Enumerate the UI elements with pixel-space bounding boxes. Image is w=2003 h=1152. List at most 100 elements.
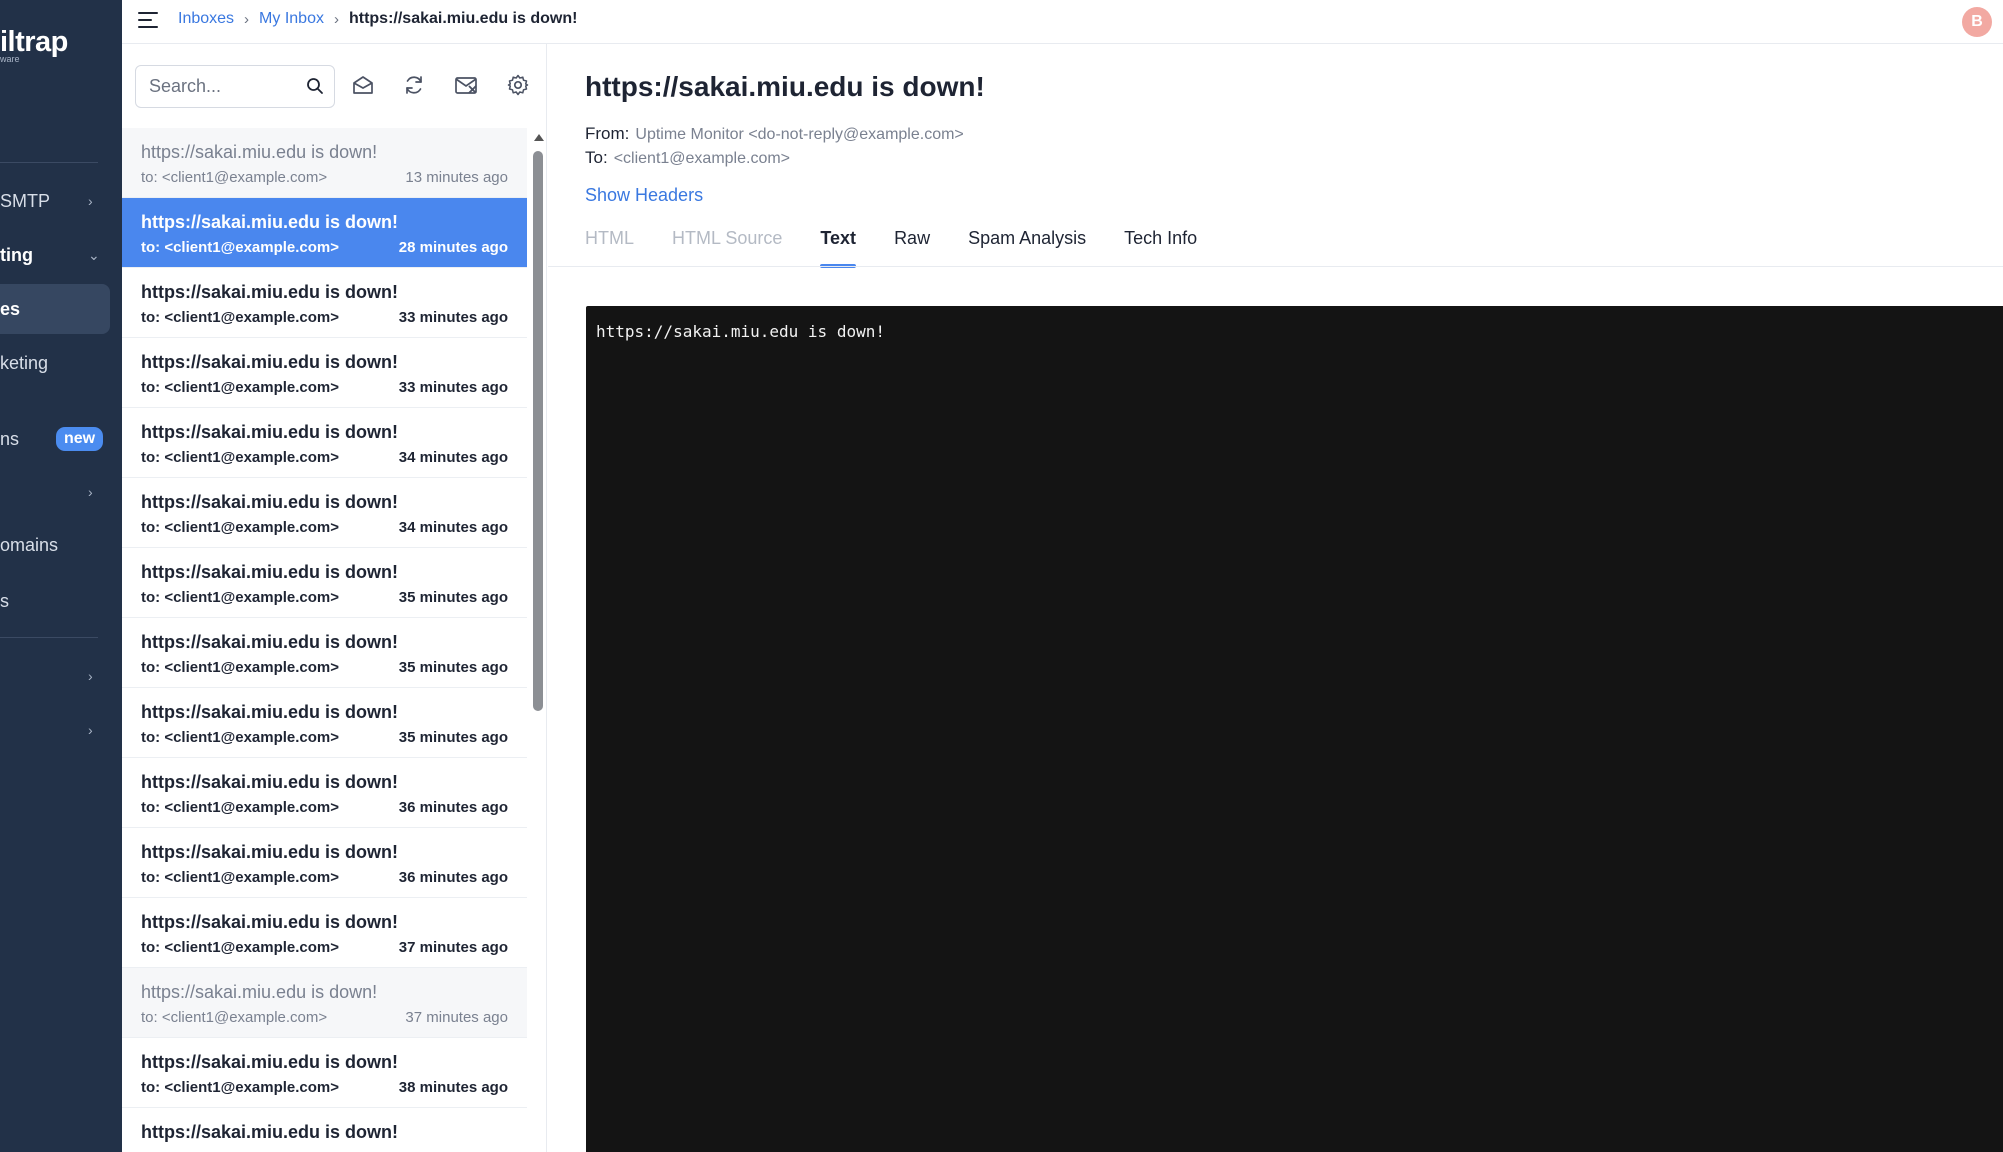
chevron-right-icon: › [88,484,93,500]
scroll-up-arrow-icon[interactable] [534,134,544,141]
list-toolbar [122,44,547,128]
from-value: Uptime Monitor <do-not-reply@example.com… [635,126,964,143]
search-input[interactable] [149,76,299,97]
sidebar-item-marketing[interactable]: keting [0,338,110,388]
breadcrumb-current: https://sakai.miu.edu is down! [348,10,578,27]
message-list-item[interactable]: https://sakai.miu.edu is down! to: <clien… [122,968,527,1038]
sidebar-item-misc[interactable]: s [0,576,110,626]
message-timestamp: 36 minutes ago [398,869,508,886]
message-list-item[interactable]: https://sakai.miu.edu is down! to: <clien… [122,1038,527,1108]
avatar[interactable]: B [1962,7,1992,37]
message-list-item[interactable]: https://sakai.miu.edu is down! [122,1108,527,1152]
from-line: From: Uptime Monitor <do-not-reply@exampl… [585,124,964,144]
to-value: <client1@example.com> [613,150,791,167]
message-list-item[interactable]: https://sakai.miu.edu is down! to: <clien… [122,618,527,688]
message-subject: https://sakai.miu.edu is down! [141,702,399,722]
message-subject: https://sakai.miu.edu is down! [141,982,378,1002]
scrollbar-thumb[interactable] [533,151,543,711]
message-detail: https://sakai.miu.edu is down! From: Upti… [548,44,2003,1152]
message-subject: https://sakai.miu.edu is down! [141,282,399,302]
message-body-text: https://sakai.miu.edu is down! [596,322,885,341]
message-timestamp: 34 minutes ago [398,519,508,536]
sidebar-item-collapsed[interactable]: › [0,705,110,755]
message-subject: https://sakai.miu.edu is down! [141,212,399,232]
search-icon[interactable] [306,77,324,100]
message-list-item[interactable]: https://sakai.miu.edu is down! to: <clien… [122,828,527,898]
sidebar-item-campaigns[interactable]: ns new [0,414,110,464]
message-list-item[interactable]: https://sakai.miu.edu is down! to: <clien… [122,268,527,338]
message-recipient: to: <client1@example.com> [141,729,340,746]
view-tabs: HTML HTML Source Text Raw Spam Analysis … [585,226,1235,268]
tab-text[interactable]: Text [820,226,856,268]
sidebar-item-label: s [0,590,9,611]
message-subject: https://sakai.miu.edu is down! [141,492,399,512]
message-title: https://sakai.miu.edu is down! [585,71,985,102]
sidebar-item-testing[interactable]: ting ⌄ [0,230,110,280]
sidebar-item-domains[interactable]: omains [0,520,110,570]
message-subject: https://sakai.miu.edu is down! [141,912,399,932]
message-timestamp: 37 minutes ago [405,1009,508,1026]
sidebar-item-label: ns [0,428,20,449]
message-recipient: to: <client1@example.com> [141,169,328,186]
message-list-item[interactable]: https://sakai.miu.edu is down! to: <clien… [122,898,527,968]
tab-tech-info[interactable]: Tech Info [1124,226,1197,268]
message-timestamp: 38 minutes ago [398,1079,508,1096]
message-recipient: to: <client1@example.com> [141,799,340,816]
message-list-item[interactable]: https://sakai.miu.edu is down! to: <clien… [122,758,527,828]
refresh-icon[interactable] [399,70,429,100]
tab-html-source[interactable]: HTML Source [672,226,782,268]
settings-gear-icon[interactable] [503,70,533,100]
sidebar-item-label: keting [0,352,49,373]
message-subject: https://sakai.miu.edu is down! [141,1052,399,1072]
message-list-item[interactable]: https://sakai.miu.edu is down! to: <clien… [122,198,527,268]
mark-read-icon[interactable] [348,70,378,100]
nav-divider [0,162,98,163]
breadcrumb-separator: › [333,10,339,28]
nav-divider [0,637,98,638]
message-list-item[interactable]: https://sakai.miu.edu is down! to: <clien… [122,548,527,618]
new-badge: new [56,427,104,451]
search-box [135,65,335,108]
sidebar-item-inboxes[interactable]: es [0,284,110,334]
clear-inbox-icon[interactable] [452,70,482,100]
message-list-item[interactable]: https://sakai.miu.edu is down! to: <clien… [122,128,527,198]
breadcrumb-my-inbox-link[interactable]: My Inbox [259,10,324,28]
tab-html[interactable]: HTML [585,226,634,268]
message-list-scrollbar[interactable] [529,128,547,1152]
breadcrumb-separator: › [244,10,250,28]
sidebar-item-label: es [0,298,21,319]
message-recipient: to: <client1@example.com> [141,449,340,466]
message-list-item[interactable]: https://sakai.miu.edu is down! to: <clien… [122,478,527,548]
tab-spam-analysis[interactable]: Spam Analysis [968,226,1086,268]
sidebar-item-label: ting [0,244,33,265]
message-subject: https://sakai.miu.edu is down! [141,842,399,862]
message-recipient: to: <client1@example.com> [141,939,340,956]
message-recipient: to: <client1@example.com> [141,519,340,536]
message-list-item[interactable]: https://sakai.miu.edu is down! to: <clien… [122,688,527,758]
message-recipient: to: <client1@example.com> [141,1009,328,1026]
message-subject: https://sakai.miu.edu is down! [141,772,399,792]
show-headers-link[interactable]: Show Headers [585,185,703,206]
breadcrumb-inboxes-link[interactable]: Inboxes [178,10,234,28]
hamburger-menu-icon[interactable] [138,12,158,28]
message-recipient: to: <client1@example.com> [141,239,340,256]
sidebar-item-smtp[interactable]: SMTP › [0,176,110,226]
message-subject: https://sakai.miu.edu is down! [141,632,399,652]
message-list-item[interactable]: https://sakai.miu.edu is down! to: <clien… [122,338,527,408]
message-timestamp: 28 minutes ago [398,239,508,256]
sidebar-item-collapsed[interactable]: › [0,651,110,701]
to-label: To: [585,148,608,167]
sidebar: iltrap ware SMTP › ting ⌄ es keting ns n… [0,0,122,1152]
tabs-divider [548,266,2003,267]
message-subject: https://sakai.miu.edu is down! [141,142,378,162]
tab-raw[interactable]: Raw [894,226,930,268]
sidebar-item-label: SMTP [0,190,51,211]
message-list-item[interactable]: https://sakai.miu.edu is down! to: <clien… [122,408,527,478]
chevron-right-icon: › [88,722,93,738]
message-subject: https://sakai.miu.edu is down! [141,352,399,372]
message-timestamp: 35 minutes ago [398,729,508,746]
sidebar-item-collapsed[interactable]: › [0,467,110,517]
message-subject: https://sakai.miu.edu is down! [141,1122,399,1142]
message-timestamp: 35 minutes ago [398,589,508,606]
message-recipient: to: <client1@example.com> [141,1079,340,1096]
